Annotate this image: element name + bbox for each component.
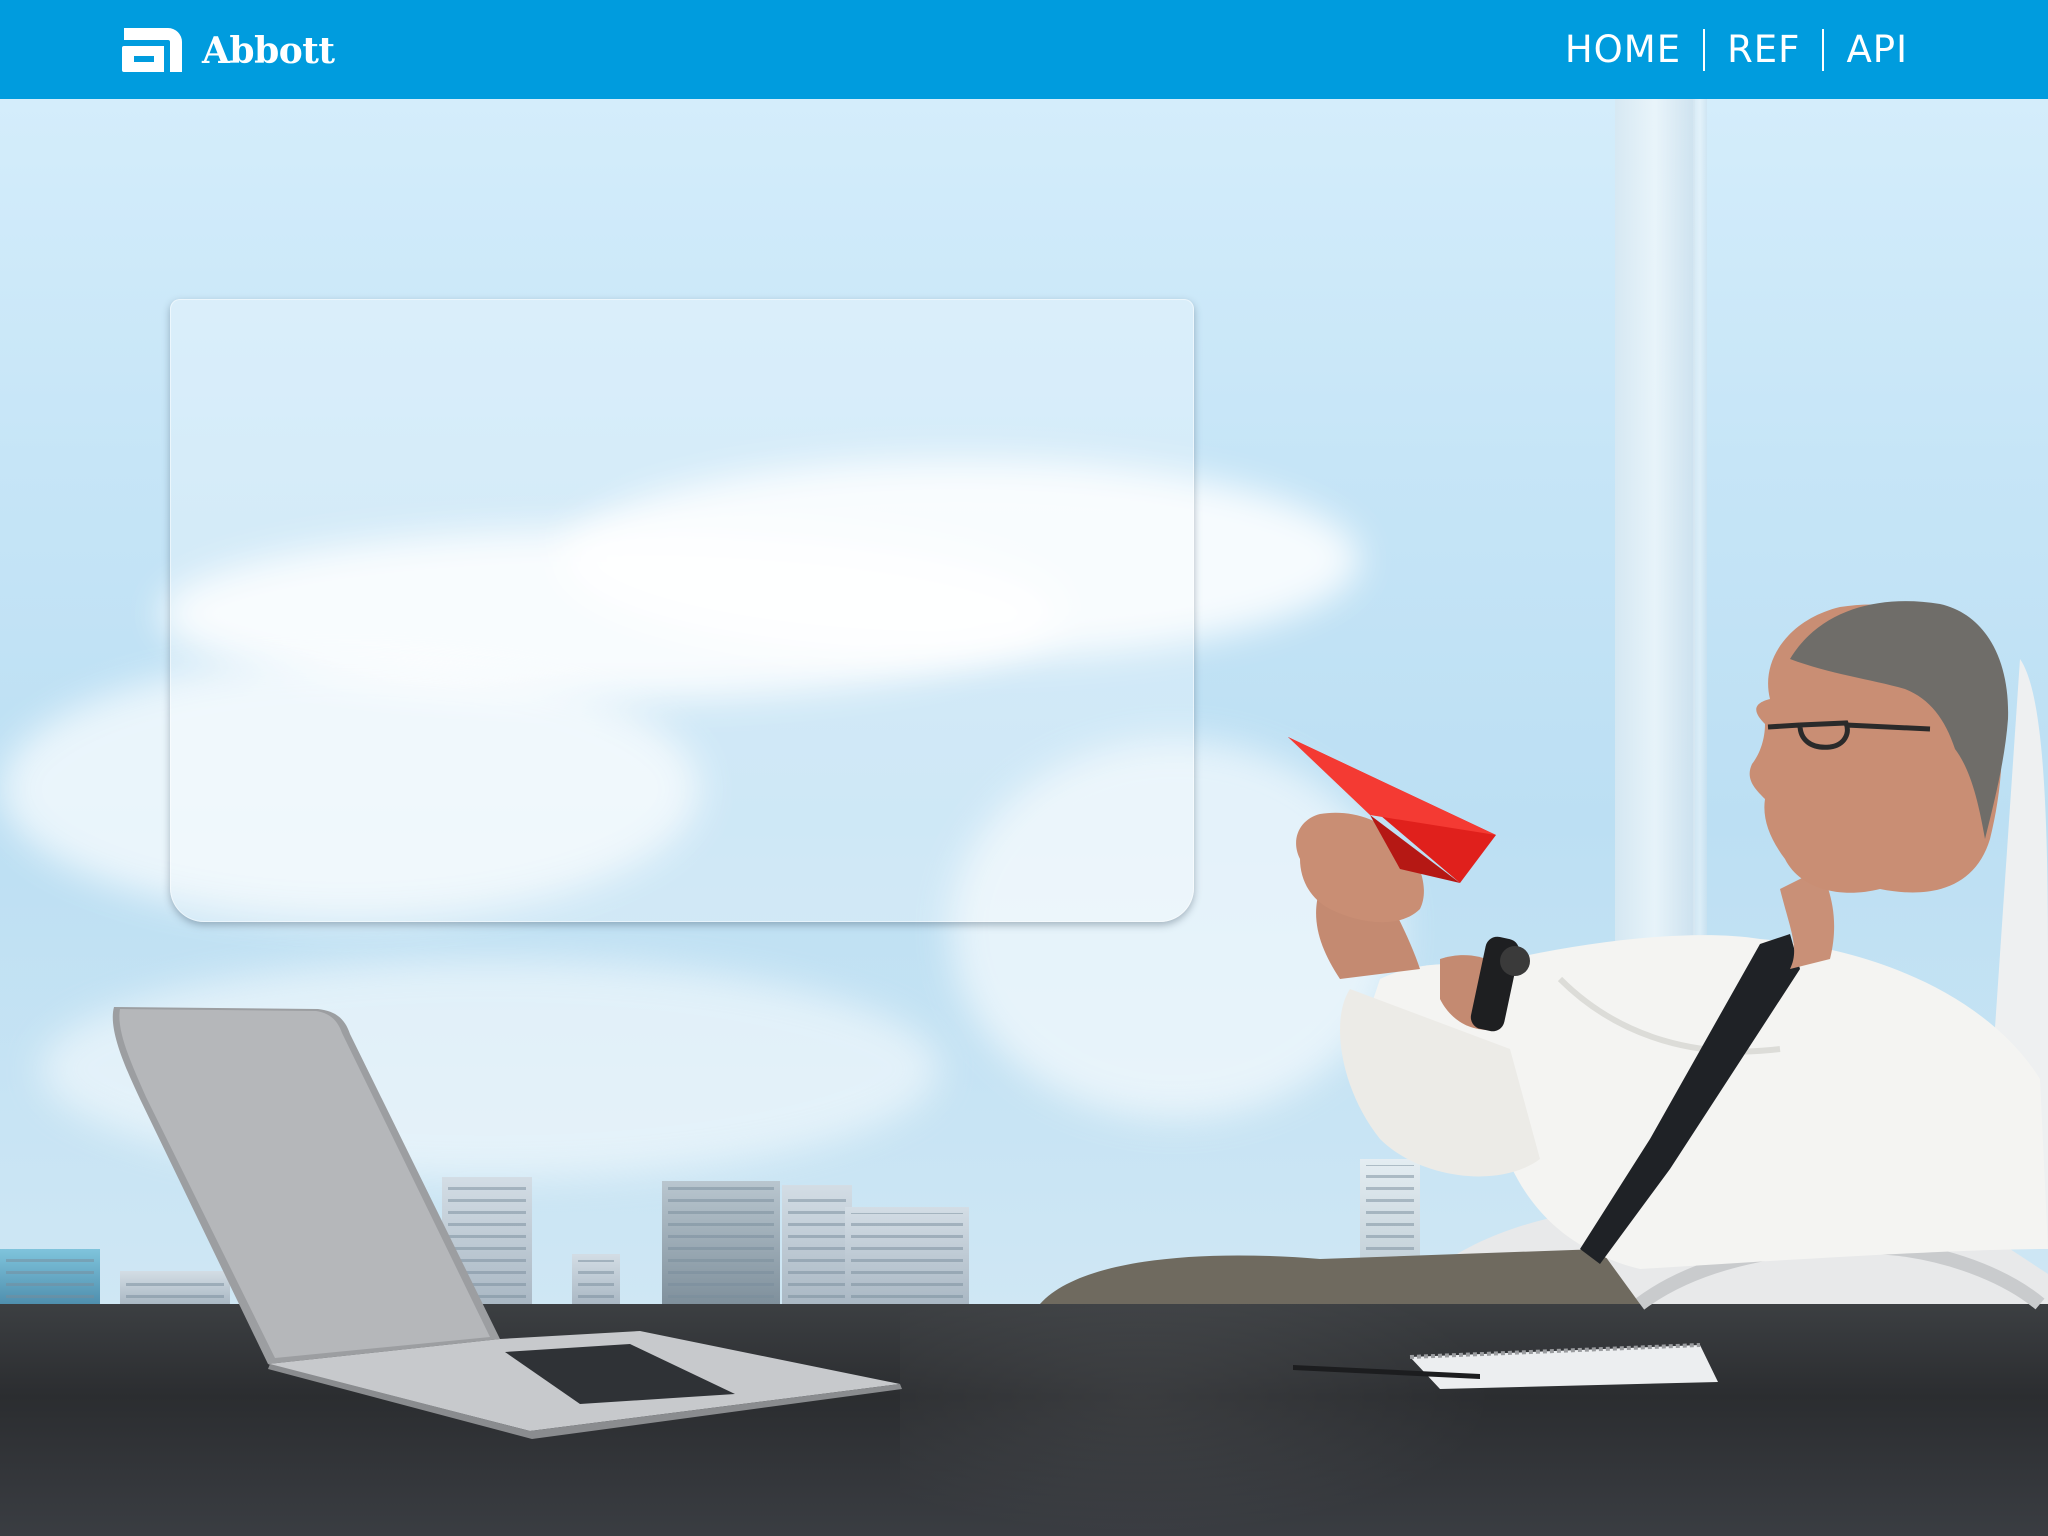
laptop: [112, 1007, 902, 1439]
nav-ref-link[interactable]: REF: [1705, 28, 1822, 71]
main-nav: HOME REF API: [1543, 0, 1930, 99]
nav-home-link[interactable]: HOME: [1543, 28, 1703, 71]
brand-logo[interactable]: Abbott: [118, 24, 335, 78]
nav-api-link[interactable]: API: [1824, 28, 1930, 71]
hero-photo: [112, 601, 2048, 1439]
notebook: [1409, 1343, 1718, 1389]
abbott-logo-icon: [122, 28, 182, 72]
hero-scene: [0, 99, 2048, 1536]
brand-name: Abbott: [202, 30, 335, 72]
top-bar: Abbott HOME REF API: [0, 0, 2048, 99]
businessman: [1040, 601, 2048, 1304]
